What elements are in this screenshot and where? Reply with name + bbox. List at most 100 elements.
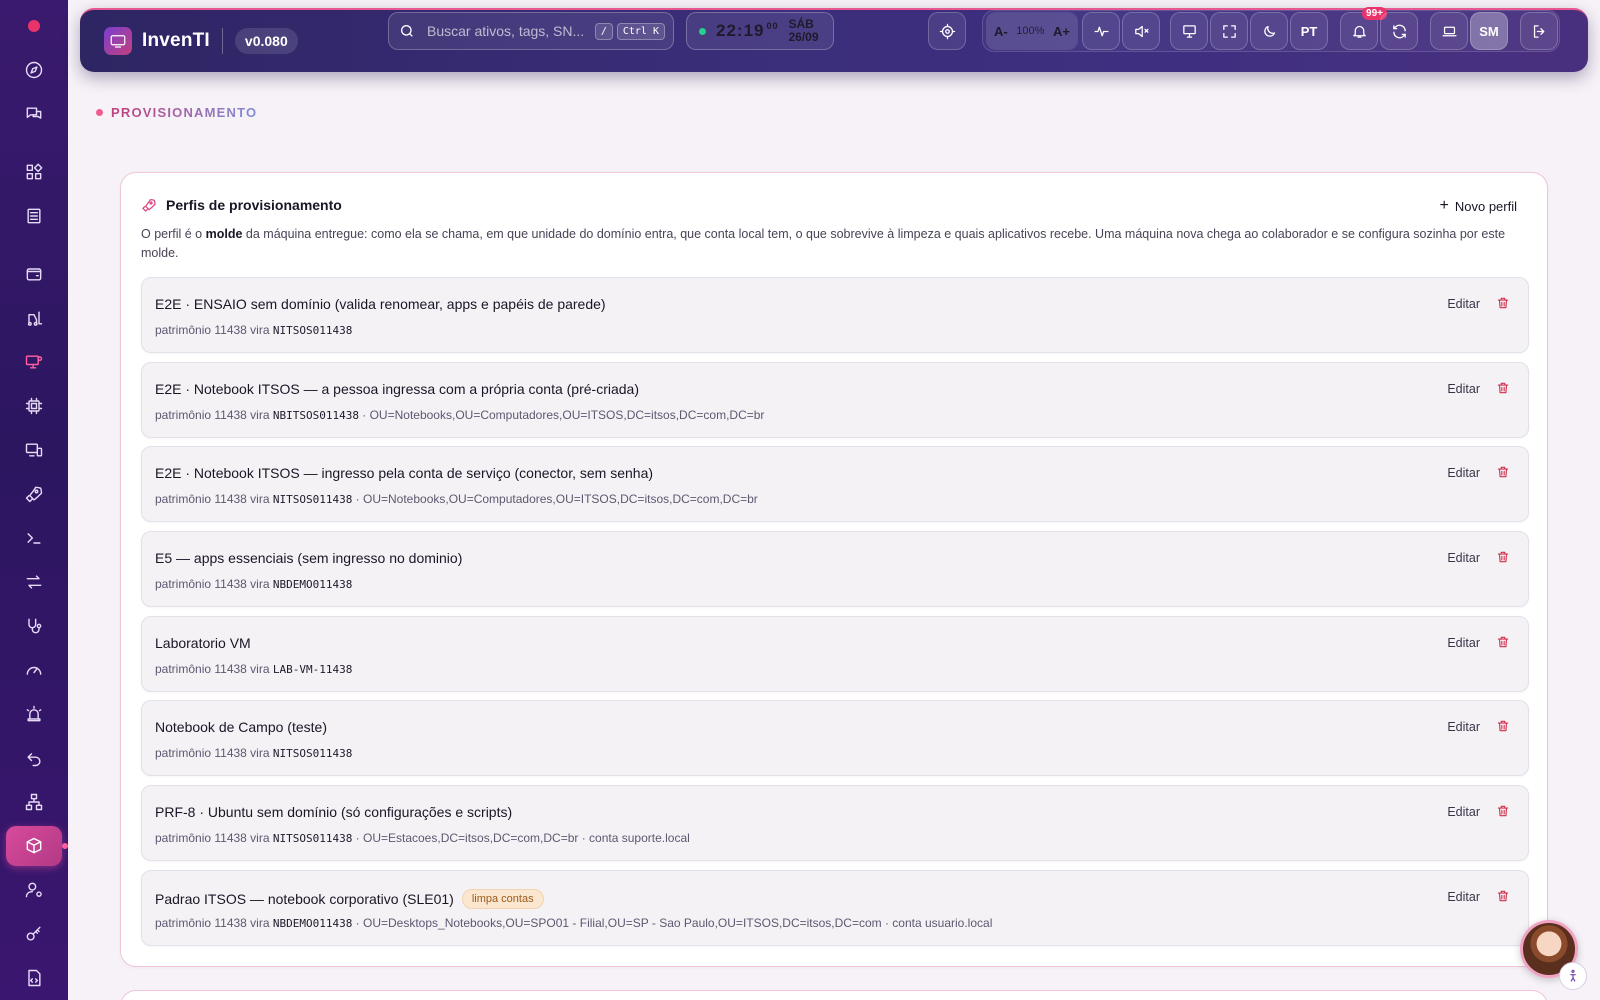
profile-hostname: NBITSOS011438 [272, 408, 359, 422]
edit-button[interactable]: Editar [1447, 890, 1480, 904]
refresh-button[interactable] [1380, 12, 1418, 50]
notifications-button[interactable]: 99+ [1340, 7, 1387, 50]
sidebar-item-forklift[interactable] [12, 298, 56, 338]
delete-button[interactable] [1496, 889, 1512, 905]
logout-button[interactable] [1520, 12, 1558, 50]
zoom-control: A- 100% A+ [986, 12, 1078, 50]
delete-button[interactable] [1496, 465, 1512, 481]
sidebar-item-terminal[interactable] [12, 518, 56, 558]
sidebar-item-code-file[interactable] [12, 958, 56, 998]
delete-button[interactable] [1496, 381, 1512, 397]
accessibility-button[interactable] [1559, 962, 1587, 990]
sidebar-item-user-settings[interactable] [12, 870, 56, 910]
device-button[interactable] [1430, 12, 1468, 50]
sidebar-item-alerts[interactable] [12, 694, 56, 734]
activity-button[interactable] [1082, 12, 1120, 50]
clock-time: 22:19 00 [716, 21, 779, 40]
fullscreen-button[interactable] [1210, 12, 1248, 50]
plus-icon: + [1439, 197, 1449, 214]
edit-button[interactable]: Editar [1447, 297, 1480, 311]
present-button[interactable] [1170, 12, 1208, 50]
profile-hostname: NBDEMO011438 [272, 578, 353, 592]
profile-row[interactable]: E2E · Notebook ITSOS — a pessoa ingressa… [141, 361, 1529, 438]
user-avatar[interactable]: SM [1470, 12, 1508, 50]
locate-button[interactable] [928, 12, 966, 50]
edit-button[interactable]: Editar [1447, 805, 1480, 819]
delete-button[interactable] [1496, 804, 1512, 820]
edit-button[interactable]: Editar [1447, 466, 1480, 480]
sidebar-item-hardware[interactable] [12, 386, 56, 426]
delete-button[interactable] [1496, 719, 1512, 735]
sidebar-item-network[interactable] [12, 782, 56, 822]
profile-row[interactable]: E5 — apps essenciais (sem ingresso no do… [141, 531, 1529, 608]
sidebar-item-building[interactable] [12, 196, 56, 236]
status-dot [28, 20, 40, 32]
delete-button[interactable] [1496, 635, 1512, 651]
profile-row[interactable]: Padrao ITSOS — notebook corporativo (SLE… [141, 869, 1529, 946]
new-profile-button[interactable]: + Novo perfil [1440, 197, 1517, 215]
profile-title: Padrao ITSOS — notebook corporativo (SLE… [155, 888, 544, 909]
delete-button[interactable] [1496, 550, 1512, 566]
profile-row[interactable]: E2E · ENSAIO sem domínio (valida renomea… [141, 277, 1529, 353]
crosshair-icon [939, 23, 955, 39]
live-indicator [699, 27, 706, 35]
sidebar-item-health[interactable] [12, 606, 56, 646]
edit-button[interactable]: Editar [1447, 551, 1480, 565]
sidebar-item-widgets[interactable] [12, 152, 56, 192]
profile-title: Laboratorio VM [155, 634, 251, 651]
sidebar [0, 0, 68, 1000]
theme-toggle-button[interactable] [1250, 12, 1288, 50]
profile-subtitle: patrimônio 11438 vira NITSOS011438 [155, 323, 353, 337]
title-dot [96, 109, 103, 116]
sidebar-item-provisioning[interactable] [6, 826, 68, 866]
profile-hostname: NITSOS011438 [272, 493, 353, 507]
network-icon [25, 793, 43, 811]
profile-hostname: NBDEMO011438 [272, 916, 353, 930]
profile-row[interactable]: PRF-8 · Ubuntu sem domínio (só configura… [141, 785, 1529, 862]
package-gear-icon [26, 837, 42, 854]
brand-divider [221, 28, 223, 54]
delete-button[interactable] [1496, 296, 1512, 312]
app-logo[interactable] [104, 27, 132, 55]
trash-icon [1497, 721, 1509, 732]
trash-icon [1497, 297, 1509, 309]
forklift-icon [27, 311, 43, 326]
sidebar-item-deploy[interactable] [12, 474, 56, 514]
sidebar-item-undo[interactable] [12, 738, 56, 778]
zoom-level: 100% [1016, 25, 1045, 37]
chip-icon [25, 397, 43, 415]
arrows-swap-icon [26, 575, 42, 589]
search-input[interactable]: Buscar ativos, tags, SN... [427, 23, 591, 39]
sidebar-item-keys[interactable] [12, 914, 56, 954]
edit-button[interactable]: Editar [1447, 382, 1480, 396]
edit-button[interactable]: Editar [1447, 636, 1480, 650]
profile-hostname: LAB-VM-11438 [272, 662, 353, 676]
search-box[interactable]: Buscar ativos, tags, SN... / Ctrl K [388, 12, 674, 50]
sidebar-item-monitor-settings[interactable] [12, 342, 56, 382]
profile-row[interactable]: E2E · Notebook ITSOS — ingresso pela con… [141, 446, 1529, 523]
profile-title: E2E · Notebook ITSOS — ingresso pela con… [155, 465, 654, 482]
language-button[interactable]: PT [1290, 12, 1328, 50]
sidebar-item-devices[interactable] [12, 430, 56, 470]
moon-icon [1263, 25, 1275, 37]
clock-date: SÁB 26/09 [788, 17, 819, 44]
profile-title: E2E · Notebook ITSOS — a pessoa ingressa… [155, 380, 639, 397]
sidebar-item-chat[interactable] [12, 94, 56, 134]
version-badge: v0.080 [234, 28, 298, 54]
sidebar-item-explore[interactable] [12, 50, 56, 90]
laptop-icon [1441, 26, 1457, 36]
zoom-out-button[interactable]: A- [994, 24, 1008, 39]
mute-button[interactable] [1122, 12, 1160, 50]
edit-button[interactable]: Editar [1447, 720, 1480, 734]
card-header: Perfis de provisionamento [141, 197, 342, 213]
profile-tag: limpa contas [461, 888, 544, 909]
sidebar-item-performance[interactable] [12, 650, 56, 690]
profile-row[interactable]: Laboratorio VM patrimônio 11438 vira LAB… [141, 615, 1529, 692]
wallet-icon [26, 268, 42, 281]
sidebar-item-transfers[interactable] [12, 562, 56, 602]
shortcut-ctrl-k: Ctrl K [616, 22, 665, 40]
sidebar-item-wallet[interactable] [12, 254, 56, 294]
profile-subtitle: patrimônio 11438 vira NITSOS011438 [155, 746, 353, 761]
profile-row[interactable]: Notebook de Campo (teste) patrimônio 114… [141, 700, 1529, 777]
zoom-in-button[interactable]: A+ [1053, 24, 1070, 39]
